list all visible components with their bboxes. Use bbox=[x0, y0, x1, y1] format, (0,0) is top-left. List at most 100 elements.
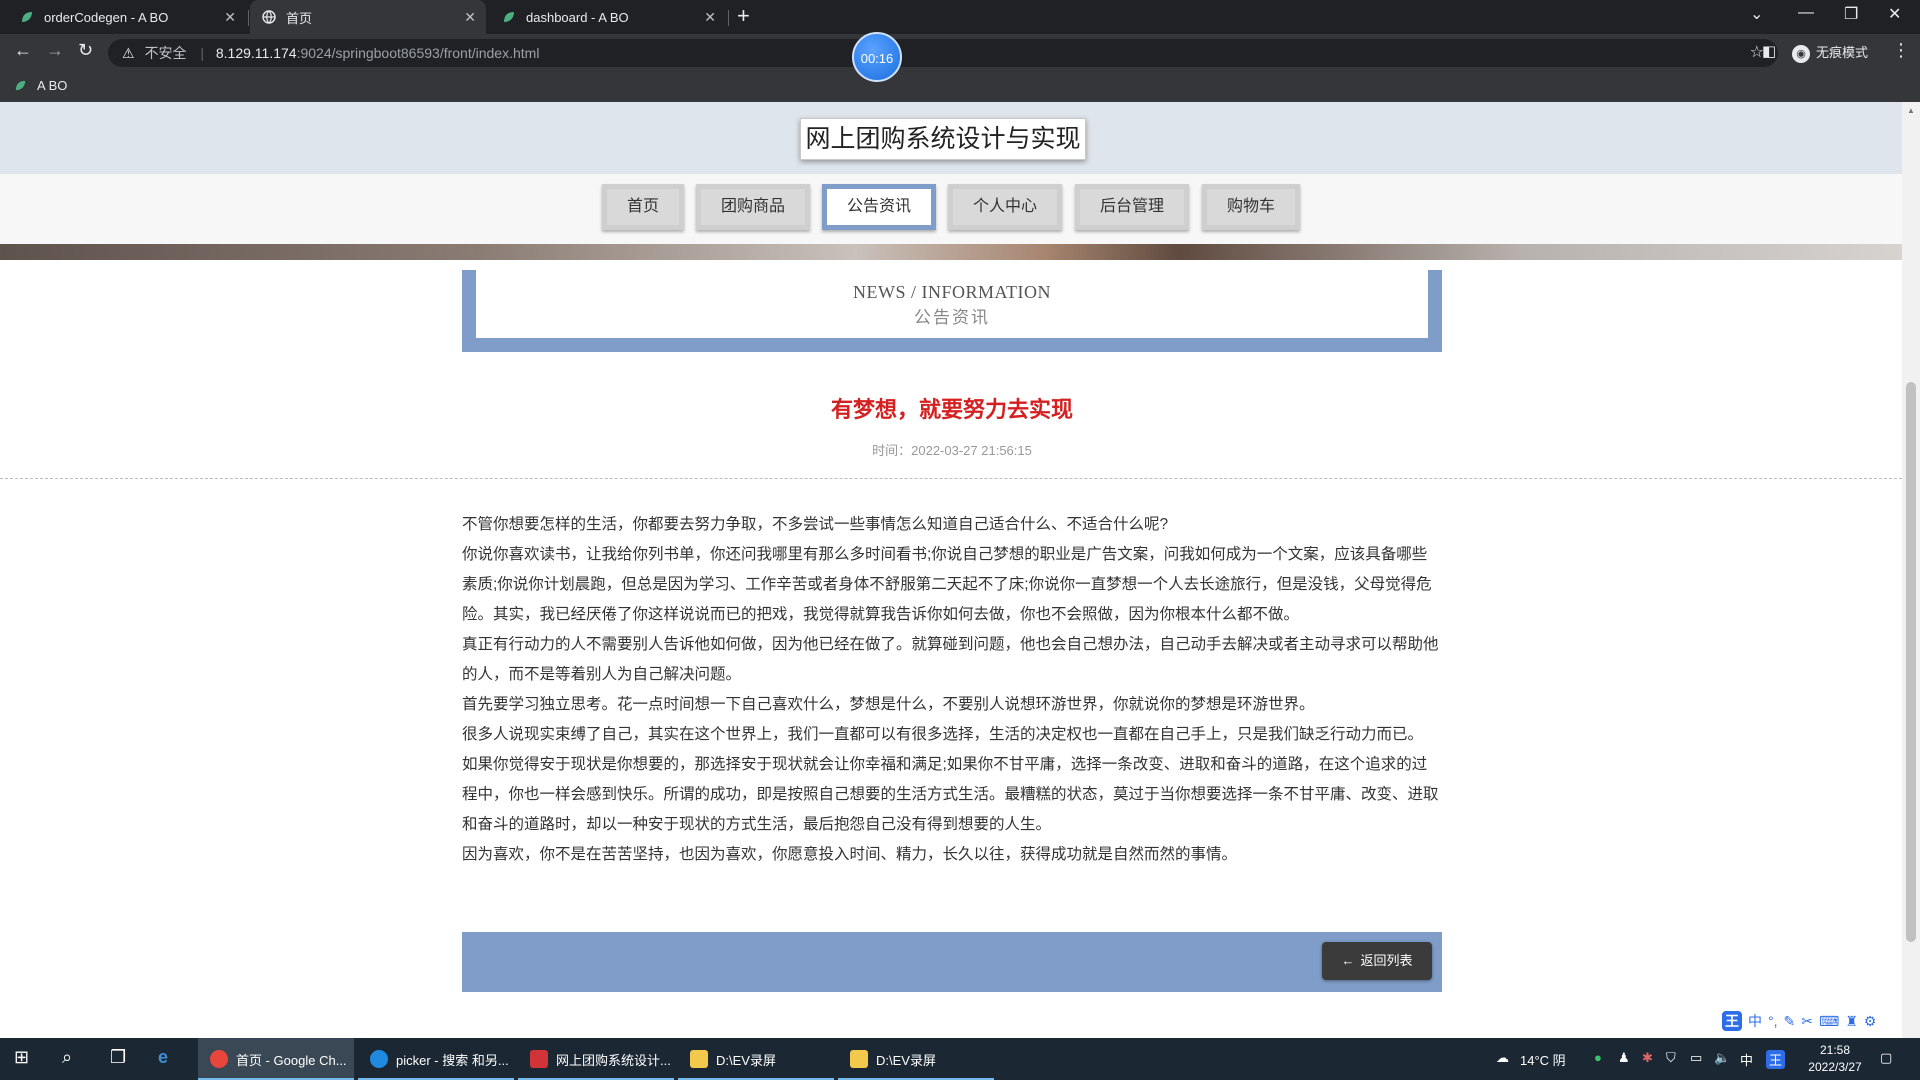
ime-punct-icon[interactable]: °, bbox=[1768, 1013, 1778, 1029]
tab-title: 首页 bbox=[286, 10, 313, 26]
tab-title: orderCodegen - A BO bbox=[44, 9, 169, 25]
tab-ordercodegen[interactable]: orderCodegen - A BO ✕ bbox=[8, 0, 246, 34]
bookmark-item[interactable]: A BO bbox=[14, 78, 67, 93]
paragraph: 首先要学习独立思考。花一点时间想一下自己喜欢什么，梦想是什么，不要别人说想环游世… bbox=[462, 696, 1315, 713]
bookmark-favicon-icon bbox=[15, 80, 26, 91]
task-view-icon[interactable]: ❐ bbox=[110, 1047, 126, 1068]
ime-tray-icon[interactable]: 王 bbox=[1766, 1050, 1786, 1069]
tab-home[interactable]: 首页 ✕ bbox=[250, 0, 486, 34]
news-header-box: NEWS / INFORMATION 公告资讯 bbox=[476, 270, 1428, 338]
banner-image bbox=[0, 244, 1902, 260]
system-clock[interactable]: 21:58 2022/3/27 bbox=[1800, 1042, 1870, 1076]
shield-icon[interactable]: ⛉ bbox=[1666, 1050, 1676, 1066]
taskbar-app-chrome[interactable]: 首页 - Google Ch... bbox=[198, 1038, 354, 1080]
tab-title: dashboard - A BO bbox=[526, 9, 629, 25]
taskbar-app-project[interactable]: 网上团购系统设计... bbox=[518, 1038, 674, 1080]
side-panel-icon[interactable]: ◧ bbox=[1762, 42, 1776, 60]
new-tab-plus-icon[interactable]: + bbox=[737, 3, 750, 29]
windows-start-icon[interactable]: ⊞ bbox=[14, 1047, 29, 1068]
taskbar-app-folder[interactable]: D:\EV录屏 bbox=[678, 1038, 834, 1080]
profile-label: 无痕模式 bbox=[1816, 45, 1869, 60]
arrow-left-icon: ← bbox=[1341, 953, 1355, 968]
scroll-up-arrow-icon[interactable]: ▲ bbox=[1907, 106, 1915, 115]
ime-scissors-icon[interactable]: ✂ bbox=[1801, 1013, 1813, 1030]
ime-language-indicator[interactable]: 中 bbox=[1740, 1050, 1753, 1069]
tab-dashboard[interactable]: dashboard - A BO ✕ bbox=[490, 0, 726, 34]
scroll-thumb[interactable] bbox=[1906, 382, 1916, 942]
nav-announcements[interactable]: 公告资讯 bbox=[822, 184, 936, 230]
menu-kebab-icon[interactable]: ⋮ bbox=[1892, 40, 1910, 61]
wechat-icon[interactable]: ● bbox=[1594, 1050, 1602, 1065]
ime-keyboard-icon[interactable]: ⌨ bbox=[1819, 1013, 1839, 1030]
app-tray-icon[interactable]: ✱ bbox=[1642, 1050, 1653, 1066]
ime-pen-icon[interactable]: ✎ bbox=[1784, 1013, 1796, 1030]
tab-close-icon[interactable]: ✕ bbox=[464, 9, 476, 26]
paragraph: 不管你想要怎样的生活，你都要去努力争取，不多尝试一些事情怎么知道自己适合什么、不… bbox=[462, 516, 1169, 533]
recording-timer[interactable]: 00:16 bbox=[852, 32, 902, 82]
windows-taskbar: ⊞ ⌕ ❐ e 首页 - Google Ch... picker - 搜索 和另… bbox=[0, 1038, 1920, 1080]
minimize-icon[interactable]: — bbox=[1798, 4, 1814, 22]
site-title: 网上团购系统设计与实现 bbox=[800, 118, 1086, 160]
globe-icon bbox=[262, 10, 276, 24]
taskbar-app-edge[interactable]: picker - 搜索 和另... bbox=[358, 1038, 514, 1080]
tab-favicon-icon bbox=[504, 12, 514, 22]
weather-text[interactable]: 14°C 阴 bbox=[1520, 1050, 1566, 1069]
article-meta: 时间：2022-03-27 21:56:15 bbox=[462, 440, 1442, 459]
notification-icon[interactable]: ▢ bbox=[1880, 1050, 1892, 1066]
time-label: 时间： bbox=[872, 443, 912, 458]
nav-admin[interactable]: 后台管理 bbox=[1075, 184, 1189, 230]
restore-icon[interactable]: ❐ bbox=[1844, 4, 1858, 24]
tab-search-chevron-icon[interactable]: ⌄ bbox=[1750, 4, 1763, 24]
ime-lang-icon[interactable]: 中 bbox=[1748, 1011, 1762, 1031]
news-header-en: NEWS / INFORMATION bbox=[853, 282, 1051, 302]
tab-separator bbox=[728, 10, 729, 26]
taskbar-app-label: 首页 - Google Ch... bbox=[236, 1052, 347, 1068]
bookmark-label: A BO bbox=[37, 78, 68, 93]
tab-close-icon[interactable]: ✕ bbox=[224, 9, 236, 26]
forward-arrow-icon[interactable]: → bbox=[46, 40, 64, 61]
browser-tab-strip: orderCodegen - A BO ✕ 首页 ✕ dashboard - A… bbox=[0, 0, 1920, 34]
bookmarks-bar: A BO bbox=[0, 70, 1920, 103]
ime-toolbar[interactable]: 王 中 °, ✎ ✂ ⌨ ♜ ⚙ bbox=[1722, 1010, 1876, 1032]
insecure-label: 不安全 bbox=[144, 45, 187, 61]
incognito-icon: ◉ bbox=[1792, 45, 1810, 63]
nav-cart[interactable]: 购物车 bbox=[1202, 184, 1300, 230]
weather-cloud-icon[interactable]: ☁ bbox=[1496, 1050, 1509, 1066]
back-to-list-button[interactable]: ← 返回列表 bbox=[1322, 942, 1432, 980]
article-footer-bar: ← 返回列表 bbox=[462, 932, 1442, 992]
back-arrow-icon[interactable]: ← bbox=[14, 40, 32, 61]
browser-toolbar: ← → ↻ ⚠ 不安全 | 8.129.11.174:9024/springbo… bbox=[0, 34, 1920, 70]
nav-home[interactable]: 首页 bbox=[602, 184, 684, 230]
folder-icon bbox=[850, 1050, 868, 1068]
article-title: 有梦想，就要努力去实现 bbox=[830, 397, 1073, 422]
taskbar-app-folder[interactable]: D:\EV录屏 bbox=[838, 1038, 994, 1080]
divider bbox=[0, 478, 1902, 479]
nav-group-products[interactable]: 团购商品 bbox=[696, 184, 810, 230]
taskbar-app-label: D:\EV录屏 bbox=[716, 1052, 776, 1068]
network-icon[interactable]: ▭ bbox=[1690, 1050, 1702, 1066]
back-button-label: 返回列表 bbox=[1360, 953, 1413, 968]
ime-skin-icon[interactable]: ♜ bbox=[1845, 1013, 1858, 1030]
ime-settings-icon[interactable]: ⚙ bbox=[1864, 1013, 1877, 1030]
qq-icon[interactable]: ♟ bbox=[1618, 1050, 1630, 1066]
page-scrollbar[interactable]: ▲ bbox=[1902, 102, 1920, 1038]
tab-close-icon[interactable]: ✕ bbox=[704, 9, 716, 26]
reload-icon[interactable]: ↻ bbox=[78, 40, 93, 61]
clock-date: 2022/3/27 bbox=[1808, 1060, 1862, 1074]
volume-icon[interactable]: 🔈 bbox=[1714, 1050, 1730, 1066]
article-content: 不管你想要怎样的生活，你都要去努力争取，不多尝试一些事情怎么知道自己适合什么、不… bbox=[462, 510, 1442, 870]
main-nav: 首页 团购商品 公告资讯 个人中心 后台管理 购物车 bbox=[0, 174, 1902, 244]
site-header: 网上团购系统设计与实现 bbox=[0, 102, 1902, 174]
paragraph: 很多人说现实束缚了自己，其实在这个世界上，我们一直都可以有很多选择，生活的决定权… bbox=[462, 726, 1424, 743]
paragraph: 因为喜欢，你不是在苦苦坚持，也因为喜欢，你愿意投入时间、精力，长久以往，获得成功… bbox=[462, 846, 1238, 863]
search-icon[interactable]: ⌕ bbox=[62, 1047, 72, 1068]
taskbar-app-label: picker - 搜索 和另... bbox=[396, 1052, 509, 1068]
address-divider: | bbox=[200, 45, 204, 61]
nav-personal-center[interactable]: 个人中心 bbox=[948, 184, 1062, 230]
web-page: 网上团购系统设计与实现 首页 团购商品 公告资讯 个人中心 后台管理 购物车 N… bbox=[0, 102, 1902, 1038]
ie-browser-icon[interactable]: e bbox=[158, 1047, 168, 1068]
url-path: :9024/springboot86593/front/index.html bbox=[296, 45, 540, 61]
address-bar[interactable]: ⚠ 不安全 | 8.129.11.174:9024/springboot8659… bbox=[108, 39, 1778, 67]
incognito-profile[interactable]: ◉ 无痕模式 bbox=[1792, 42, 1868, 63]
close-window-icon[interactable]: ✕ bbox=[1888, 4, 1901, 24]
